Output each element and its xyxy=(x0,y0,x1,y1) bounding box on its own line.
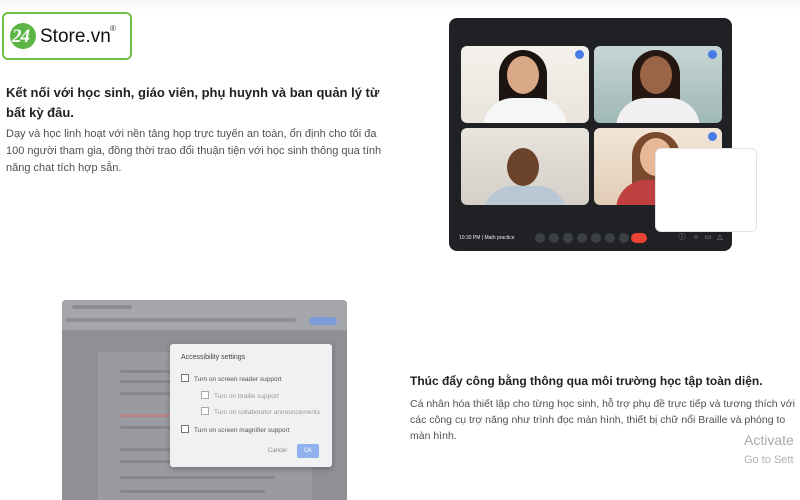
docs-toolbar xyxy=(62,300,347,330)
more-options-icon xyxy=(619,233,629,243)
share-button xyxy=(309,317,337,325)
video-tile-2 xyxy=(594,46,722,123)
section1-body: Dạy và học linh hoạt với nền tảng họp tr… xyxy=(6,128,382,174)
mic-indicator-icon xyxy=(575,50,584,59)
activation-watermark-subtitle: Go to Sett xyxy=(744,454,794,466)
present-control-icon xyxy=(591,233,601,243)
section2-body: Cá nhân hóa thiết lập cho từng học sinh,… xyxy=(410,398,795,442)
cancel-button[interactable]: Cancel xyxy=(268,448,287,454)
mic-control-icon xyxy=(535,233,545,243)
screen-reader-checkbox[interactable]: Turn on screen reader support xyxy=(181,374,282,383)
people-icon: ☺ xyxy=(692,234,700,241)
emoji-control-icon xyxy=(577,233,587,243)
raise-hand-control-icon xyxy=(605,233,615,243)
overlay-card xyxy=(655,148,757,232)
logo-registered-mark: ® xyxy=(110,24,116,33)
dialog-title: Accessibility settings xyxy=(181,354,246,361)
screen-magnifier-checkbox[interactable]: Turn on screen magnifier support xyxy=(181,425,290,434)
section1-heading: Kết nối với học sinh, giáo viên, phụ huy… xyxy=(6,85,380,120)
chat-icon: ▭ xyxy=(704,234,712,241)
meeting-time-label: 10:30 PM | Math practice xyxy=(459,235,515,241)
braille-checkbox[interactable]: Turn on braille support xyxy=(201,391,279,400)
accessibility-settings-dialog: Accessibility settings Turn on screen re… xyxy=(170,344,332,467)
section2-heading: Thúc đẩy công bằng thông qua môi trường … xyxy=(410,374,763,388)
captions-control-icon xyxy=(563,233,573,243)
top-divider xyxy=(0,0,800,10)
activation-watermark-title: Activate xyxy=(744,432,794,448)
video-tile-3 xyxy=(461,128,589,205)
end-call-icon xyxy=(631,233,647,243)
mic-indicator-icon xyxy=(708,132,717,141)
camera-control-icon xyxy=(549,233,559,243)
video-tile-1 xyxy=(461,46,589,123)
activities-icon: △ xyxy=(717,234,723,241)
logo-wordmark: Store.vn xyxy=(40,26,111,47)
ok-button[interactable]: Ok xyxy=(297,444,319,458)
store-logo[interactable]: 24 Store.vn ® xyxy=(2,12,132,60)
logo-number: 24 xyxy=(12,26,30,47)
info-icon: ⓘ xyxy=(678,234,686,241)
collaborator-announcements-checkbox[interactable]: Turn on collaborator announcements xyxy=(201,407,320,416)
mic-indicator-icon xyxy=(708,50,717,59)
